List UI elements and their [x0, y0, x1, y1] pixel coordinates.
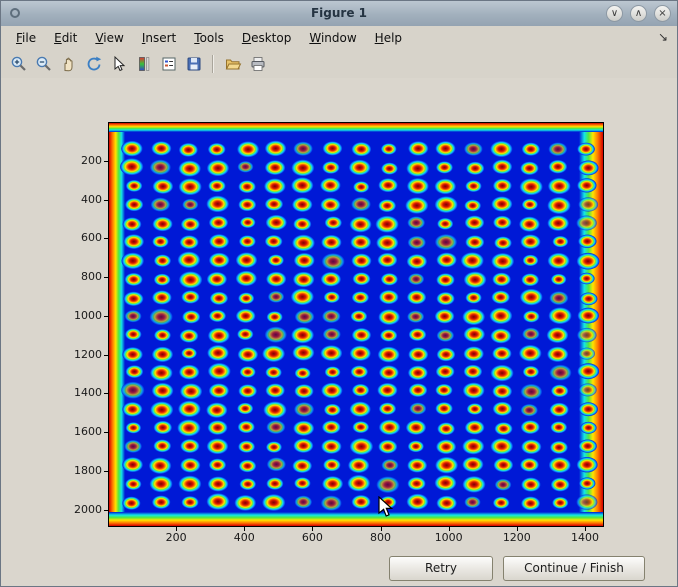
y-tick-label: 200: [58, 154, 102, 167]
x-tick-label: 600: [290, 531, 334, 544]
x-tick-mark: [449, 527, 450, 531]
legend-icon: [160, 55, 178, 73]
menu-insert[interactable]: Insert: [133, 28, 185, 48]
close-icon: ×: [658, 8, 666, 19]
x-tick-label: 800: [359, 531, 403, 544]
menu-overflow-icon[interactable]: ↘: [658, 30, 668, 44]
y-tick-label: 2000: [58, 503, 102, 516]
pan-button[interactable]: [57, 53, 80, 76]
x-tick-label: 1200: [495, 531, 539, 544]
continue-finish-button[interactable]: Continue / Finish: [503, 556, 645, 581]
save-icon: [185, 55, 203, 73]
y-tick-mark: [104, 355, 108, 356]
data-cursor-button[interactable]: [107, 53, 130, 76]
y-tick-mark: [104, 432, 108, 433]
y-tick-label: 1200: [58, 348, 102, 361]
minimize-icon: ∨: [611, 8, 618, 19]
menu-desktop[interactable]: Desktop: [233, 28, 301, 48]
window-title: Figure 1: [1, 6, 677, 20]
open-folder-button[interactable]: [221, 53, 244, 76]
menu-tools[interactable]: Tools: [185, 28, 233, 48]
y-tick-label: 1600: [58, 425, 102, 438]
retry-button[interactable]: Retry: [389, 556, 493, 581]
x-tick-mark: [585, 527, 586, 531]
zoom-in-button[interactable]: [7, 53, 30, 76]
window-controls: ∨ ∧ ×: [606, 5, 671, 22]
y-tick-label: 800: [58, 270, 102, 283]
y-tick-label: 1000: [58, 309, 102, 322]
plot-image: [109, 123, 603, 526]
menu-window[interactable]: Window: [300, 28, 365, 48]
x-tick-mark: [244, 527, 245, 531]
y-tick-mark: [104, 238, 108, 239]
y-tick-mark: [104, 161, 108, 162]
x-tick-label: 400: [222, 531, 266, 544]
x-tick-mark: [312, 527, 313, 531]
maximize-icon: ∧: [635, 8, 642, 19]
menu-file[interactable]: File: [7, 28, 45, 48]
y-tick-label: 1400: [58, 386, 102, 399]
open-folder-icon: [224, 55, 242, 73]
minimize-button[interactable]: ∨: [606, 5, 623, 22]
menu-bar: File Edit View Insert Tools Desktop Wind…: [1, 26, 677, 51]
x-tick-mark: [381, 527, 382, 531]
figure-toolbar: [1, 50, 677, 79]
axes-area[interactable]: [108, 122, 604, 527]
colorbar-icon: [135, 55, 153, 73]
pan-hand-icon: [60, 55, 78, 73]
title-bar[interactable]: Figure 1 ∨ ∧ ×: [1, 1, 677, 27]
menu-edit[interactable]: Edit: [45, 28, 86, 48]
x-tick-label: 200: [154, 531, 198, 544]
toolbar-separator: [212, 55, 214, 73]
rotate-3d-icon: [85, 55, 103, 73]
print-button[interactable]: [246, 53, 269, 76]
zoom-out-button[interactable]: [32, 53, 55, 76]
y-tick-label: 1800: [58, 464, 102, 477]
x-tick-label: 1000: [427, 531, 471, 544]
y-tick-mark: [104, 200, 108, 201]
rotate-3d-button[interactable]: [82, 53, 105, 76]
x-tick-mark: [176, 527, 177, 531]
y-tick-mark: [104, 277, 108, 278]
menu-help[interactable]: Help: [366, 28, 411, 48]
zoom-out-icon: [35, 55, 53, 73]
y-tick-mark: [104, 471, 108, 472]
menu-view[interactable]: View: [86, 28, 132, 48]
y-tick-mark: [104, 316, 108, 317]
y-tick-mark: [104, 393, 108, 394]
legend-button[interactable]: [157, 53, 180, 76]
y-tick-mark: [104, 510, 108, 511]
y-tick-label: 400: [58, 193, 102, 206]
y-tick-label: 600: [58, 231, 102, 244]
data-cursor-icon: [110, 55, 128, 73]
x-tick-label: 1400: [563, 531, 607, 544]
figure-window: Figure 1 ∨ ∧ × File Edit View Insert Too…: [0, 0, 678, 587]
maximize-button[interactable]: ∧: [630, 5, 647, 22]
close-button[interactable]: ×: [654, 5, 671, 22]
print-icon: [249, 55, 267, 73]
x-tick-mark: [517, 527, 518, 531]
zoom-in-icon: [10, 55, 28, 73]
save-button[interactable]: [182, 53, 205, 76]
colorbar-button[interactable]: [132, 53, 155, 76]
